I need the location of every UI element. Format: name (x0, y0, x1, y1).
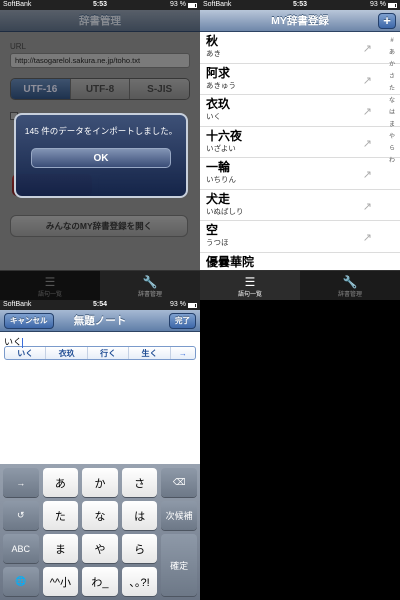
abc-key[interactable]: ABC (3, 534, 39, 563)
page-title: MY辞書登録 (271, 15, 329, 27)
cancel-button[interactable]: キャンセル (4, 313, 54, 329)
tab-word-list[interactable]: ☰ 語句一覧 (200, 271, 300, 300)
index-letter[interactable]: あ (389, 50, 395, 57)
wrench-icon: 🔧 (342, 275, 358, 289)
conversion-candidates-bar[interactable]: いく 衣玖 行く 生く → (4, 346, 196, 360)
index-letter[interactable]: や (389, 134, 395, 141)
key-ka[interactable]: か (82, 468, 118, 497)
list-item[interactable]: 空うつほ ↗ (200, 221, 400, 253)
tab-bar: ☰ 語句一覧 🔧 辞書管理 (200, 270, 400, 300)
done-button[interactable]: 完了 (169, 313, 196, 329)
list-item[interactable]: 優曇華院 (200, 253, 400, 271)
list-item[interactable]: 秋あき ↗ (200, 32, 400, 64)
status-time: 5:53 (292, 1, 307, 8)
list-item[interactable]: 十六夜 いざよい ↗ (200, 127, 400, 158)
backspace-key[interactable]: ⌫ (161, 468, 197, 497)
alert-ok-button[interactable]: OK (31, 148, 171, 168)
key-dakuten[interactable]: ^^小 (42, 567, 79, 596)
page-title: 無題ノート (73, 315, 127, 327)
add-entry-button[interactable]: + (378, 13, 396, 29)
index-letter[interactable]: な (389, 98, 395, 105)
next-candidate-key[interactable]: 次候補 (161, 501, 197, 530)
key-ya[interactable]: や (82, 534, 118, 563)
dictionary-management-screen: SoftBank 5:53 93 % 辞書管理 URL http://tasog… (0, 0, 200, 300)
list-icon: ☰ (44, 275, 56, 289)
list-item[interactable]: 衣玖 いく ↗ (200, 95, 400, 127)
alert-message: 145 件のデータをインポートしました。 (24, 126, 178, 136)
note-text-area[interactable]: いく (0, 332, 200, 348)
list-item[interactable]: 阿求 あきゅう ↗ (200, 64, 400, 95)
nav-bar: MY辞書登録 + (200, 10, 400, 32)
tab-word-list[interactable]: ☰ 語句一覧 (0, 271, 100, 300)
share-arrow-icon[interactable]: ↗ (363, 105, 372, 118)
battery-icon (188, 2, 197, 8)
key-punctuation[interactable]: ､｡?! (121, 567, 158, 596)
index-letter[interactable]: は (389, 110, 395, 117)
share-arrow-icon[interactable]: ↗ (363, 231, 372, 244)
tab-bar: ☰ 語句一覧 🔧 辞書管理 (0, 270, 200, 300)
status-bar: SoftBank 5:53 93 % (200, 0, 400, 10)
share-arrow-icon[interactable]: ↗ (363, 168, 372, 181)
key-a[interactable]: あ (42, 468, 79, 497)
key-na[interactable]: な (82, 501, 118, 530)
share-arrow-icon[interactable]: ↗ (363, 42, 372, 55)
tab-dictionary-label: 辞書管理 (137, 292, 162, 298)
tab-word-list-label: 語句一覧 (37, 292, 62, 298)
undo-key[interactable]: ↺ (3, 501, 39, 530)
index-letter[interactable]: ま (389, 122, 395, 129)
wrench-icon: 🔧 (142, 275, 158, 289)
share-arrow-icon[interactable]: ↗ (363, 200, 372, 213)
index-letter[interactable]: た (389, 86, 395, 93)
battery-icon (188, 302, 197, 308)
candidate-item[interactable]: 生く (129, 347, 171, 359)
candidate-item[interactable]: 行く (88, 347, 130, 359)
my-dictionary-screen: SoftBank 5:53 93 % MY辞書登録 + 秋あき ↗ 阿求 あきゅう ↗… (200, 0, 400, 300)
tab-dictionary-label: 辞書管理 (337, 292, 362, 298)
note-editor-screen: SoftBank 5:54 93 % キャンセル 無題ノート 完了 いく いく … (0, 300, 200, 600)
status-bar: SoftBank 5:54 93 % (0, 300, 200, 310)
import-alert: 145 件のデータをインポートしました。 OK (14, 113, 188, 198)
empty-panel (200, 300, 400, 600)
list-item[interactable]: 一輪 いちりん ↗ (200, 158, 400, 190)
index-letter[interactable]: わ (389, 158, 395, 165)
note-input-text: いく (4, 337, 23, 347)
key-ta[interactable]: た (42, 501, 79, 530)
candidate-item[interactable]: いく (5, 347, 47, 359)
key-next-arrow[interactable]: → (3, 468, 39, 497)
status-time: 5:53 (92, 1, 107, 8)
tab-word-list-label: 語句一覧 (237, 292, 262, 298)
section-index[interactable]: # あ か さ た な は ま や ら わ (386, 38, 398, 165)
globe-icon[interactable]: 🌐 (3, 567, 39, 596)
candidate-item[interactable]: 衣玖 (46, 347, 88, 359)
index-letter[interactable]: # (390, 38, 393, 45)
key-wa[interactable]: わ_ (82, 567, 118, 596)
battery-icon (388, 2, 397, 8)
share-arrow-icon[interactable]: ↗ (363, 74, 372, 87)
index-letter[interactable]: さ (389, 74, 395, 81)
japanese-keyboard: → あ か さ ⌫ ↺ た な は 次候補 ABC ま や ら 確定 🌐 ^^小… (0, 464, 200, 600)
entry-list[interactable]: 秋あき ↗ 阿求 あきゅう ↗ 衣玖 いく ↗ 十六夜 いざよい ↗ 一輪 いちりん ↗ 犬走 いぬ… (200, 32, 400, 270)
index-letter[interactable]: か (389, 62, 395, 69)
index-letter[interactable]: ら (389, 146, 395, 153)
tab-dictionary-management[interactable]: 🔧 辞書管理 (100, 271, 200, 300)
status-bar: SoftBank 5:53 93 % (0, 0, 200, 10)
key-sa[interactable]: さ (121, 468, 158, 497)
key-ha[interactable]: は (121, 501, 158, 530)
entry-word: 優曇華院 (206, 254, 255, 269)
list-item[interactable]: 犬走 いぬばしり ↗ (200, 190, 400, 221)
share-arrow-icon[interactable]: ↗ (363, 137, 372, 150)
key-ma[interactable]: ま (42, 534, 79, 563)
status-time: 5:54 (92, 301, 107, 308)
list-icon: ☰ (244, 275, 256, 289)
tab-dictionary-management[interactable]: 🔧 辞書管理 (300, 271, 400, 300)
key-ra[interactable]: ら (121, 534, 158, 563)
nav-bar: キャンセル 無題ノート 完了 (0, 310, 200, 332)
confirm-key[interactable]: 確定 (161, 534, 197, 596)
more-candidates-arrow-icon[interactable]: → (171, 347, 195, 359)
